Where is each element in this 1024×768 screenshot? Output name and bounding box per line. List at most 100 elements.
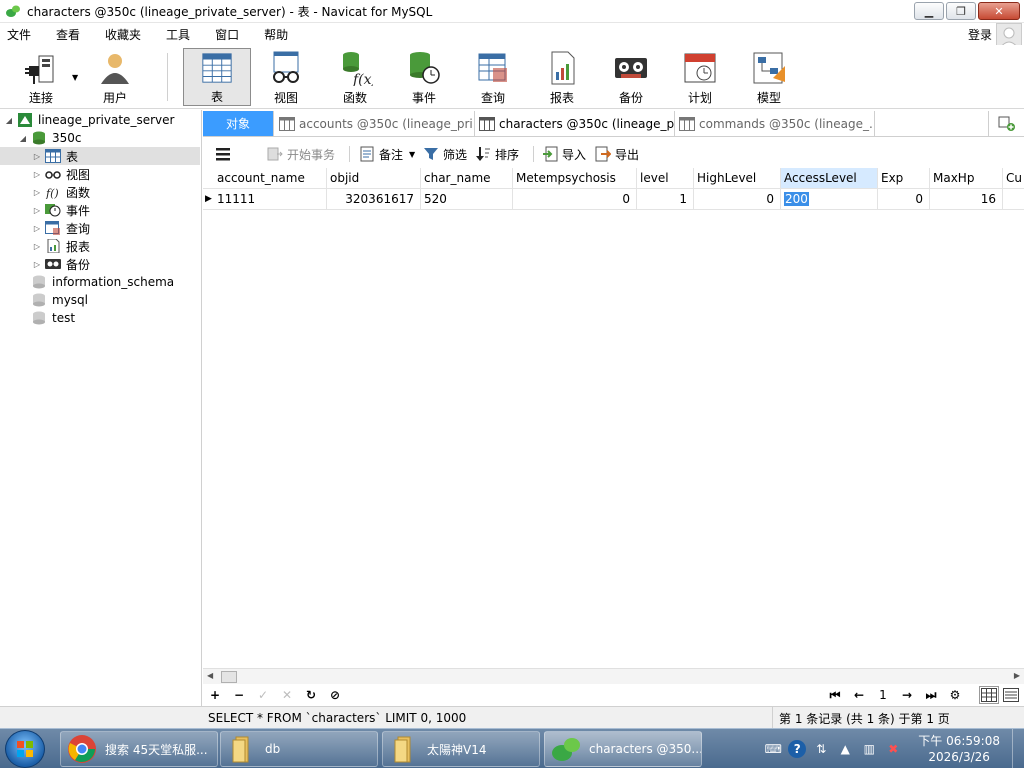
tab-commands[interactable]: commands @350c (lineage_... xyxy=(675,111,875,136)
connect-button[interactable]: 连接 xyxy=(8,48,74,106)
tree-connection[interactable]: ◢ lineage_private_server xyxy=(4,111,174,129)
table-row[interactable]: ▶ 11111 320361617 520 0 1 0 200 0 16 xyxy=(203,189,1024,210)
tree-item-views[interactable]: ▷ 视图 xyxy=(32,165,90,183)
tab-characters[interactable]: characters @350c (lineage_p... xyxy=(475,111,675,136)
table-cell[interactable] xyxy=(1003,189,1024,210)
scroll-left-icon[interactable]: ◀ xyxy=(207,671,213,680)
table-cell[interactable]: 16 xyxy=(930,189,1003,210)
connect-dropdown-icon[interactable]: ▼ xyxy=(72,73,78,82)
table-cell[interactable]: 11111 xyxy=(214,189,327,210)
query-button[interactable]: 查询 xyxy=(460,48,526,106)
collapse-arrow-icon[interactable]: ◢ xyxy=(4,116,14,125)
restore-button[interactable]: ❐ xyxy=(946,2,976,20)
table-cell-selected[interactable]: 200 xyxy=(781,189,878,210)
column-header[interactable]: Cu xyxy=(1003,168,1024,189)
column-header[interactable]: Exp xyxy=(878,168,930,189)
expand-arrow-icon[interactable]: ▷ xyxy=(32,224,42,233)
table-cell[interactable]: 1 xyxy=(637,189,694,210)
expand-arrow-icon[interactable]: ▷ xyxy=(32,206,42,215)
user-button[interactable]: 用户 xyxy=(82,48,148,106)
task-folder-sun[interactable]: 太陽神V14 xyxy=(382,731,540,767)
last-page-button[interactable]: ⏭ xyxy=(923,687,939,703)
tree-db-mysql[interactable]: mysql xyxy=(28,291,88,309)
help-icon[interactable]: ? xyxy=(788,740,807,758)
selected-cell-value[interactable]: 200 xyxy=(784,192,809,206)
tree-item-functions[interactable]: ▷ f() 函数 xyxy=(32,183,90,201)
collapse-arrow-icon[interactable]: ◢ xyxy=(18,134,28,143)
show-desktop-button[interactable] xyxy=(1012,729,1024,768)
delete-record-button[interactable]: − xyxy=(231,687,247,703)
memo-button[interactable]: 备注 ▼ xyxy=(359,144,415,164)
menu-favorites[interactable]: 收藏夹 xyxy=(98,26,153,43)
tree-item-reports[interactable]: ▷ 报表 xyxy=(32,237,90,255)
form-view-button[interactable] xyxy=(1003,687,1019,703)
tree-item-backups[interactable]: ▷ 备份 xyxy=(32,255,90,273)
menu-button[interactable] xyxy=(215,144,231,164)
view-button[interactable]: 视图 xyxy=(253,48,319,106)
memo-dropdown-icon[interactable]: ▼ xyxy=(409,150,415,159)
tree-db-information-schema[interactable]: information_schema xyxy=(28,273,174,291)
login-link[interactable]: 登录 xyxy=(968,26,992,43)
menu-tools[interactable]: 工具 xyxy=(159,26,202,43)
horizontal-scrollbar[interactable]: ◀ ▶ xyxy=(203,668,1024,684)
tree-item-events[interactable]: ▷ 事件 xyxy=(32,201,90,219)
function-button[interactable]: f(x) 函数 xyxy=(322,48,388,106)
prev-page-button[interactable]: ← xyxy=(851,687,867,703)
task-navicat[interactable]: characters @350... xyxy=(544,731,702,767)
expand-arrow-icon[interactable]: ▷ xyxy=(32,188,42,197)
expand-arrow-icon[interactable]: ▷ xyxy=(32,242,42,251)
task-chrome[interactable]: 搜索 45天堂私服... xyxy=(60,731,218,767)
expand-arrow-icon[interactable]: ▷ xyxy=(32,152,42,161)
start-button[interactable] xyxy=(5,730,45,768)
first-page-button[interactable]: ⏮ xyxy=(827,687,843,703)
discard-button[interactable]: ✕ xyxy=(279,687,295,703)
column-header[interactable]: objid xyxy=(327,168,421,189)
menu-help[interactable]: 帮助 xyxy=(257,26,300,43)
event-button[interactable]: 事件 xyxy=(391,48,457,106)
table-cell[interactable]: 0 xyxy=(513,189,637,210)
minimize-button[interactable]: ▁ xyxy=(914,2,944,20)
column-header[interactable]: Metempsychosis xyxy=(513,168,637,189)
export-button[interactable]: 导出 xyxy=(595,144,639,164)
tab-accounts[interactable]: accounts @350c (lineage_pri... xyxy=(275,111,475,136)
stop-button[interactable]: ⊘ xyxy=(327,687,343,703)
model-button[interactable]: 模型 xyxy=(736,48,802,106)
schedule-button[interactable]: 计划 xyxy=(667,48,733,106)
table-button[interactable]: 表 xyxy=(183,48,251,106)
table-cell[interactable]: 0 xyxy=(878,189,930,210)
backup-button[interactable]: 备份 xyxy=(598,48,664,106)
keyboard-icon[interactable]: ⌨ xyxy=(764,740,782,758)
network-icon[interactable]: ▥ xyxy=(860,740,878,758)
table-cell[interactable]: 520 xyxy=(421,189,513,210)
filter-button[interactable]: 筛选 xyxy=(423,144,467,164)
column-header[interactable]: char_name xyxy=(421,168,513,189)
expand-arrow-icon[interactable]: ▷ xyxy=(32,260,42,269)
add-record-button[interactable]: + xyxy=(207,687,223,703)
tree-db-test[interactable]: test xyxy=(28,309,75,327)
close-button[interactable]: ✕ xyxy=(978,2,1020,20)
report-button[interactable]: 报表 xyxy=(529,48,595,106)
page-number[interactable]: 1 xyxy=(875,687,891,703)
expand-arrow-icon[interactable]: ▷ xyxy=(32,170,42,179)
column-header-selected[interactable]: AccessLevel xyxy=(781,168,878,189)
task-folder-db[interactable]: db xyxy=(220,731,378,767)
menu-file[interactable]: 文件 xyxy=(0,26,43,43)
begin-transaction-button[interactable]: 开始事务 xyxy=(267,144,335,164)
tree-item-queries[interactable]: ▷ 查询 xyxy=(32,219,90,237)
apply-button[interactable]: ✓ xyxy=(255,687,271,703)
menu-view[interactable]: 查看 xyxy=(49,26,92,43)
grid-view-button[interactable] xyxy=(979,686,999,704)
table-cell[interactable]: 320361617 xyxy=(327,189,421,210)
settings-button[interactable]: ⚙ xyxy=(947,687,963,703)
next-page-button[interactable]: → xyxy=(899,687,915,703)
scroll-right-icon[interactable]: ▶ xyxy=(1014,671,1020,680)
tree-database[interactable]: ◢ 350c xyxy=(18,129,82,147)
column-header[interactable]: HighLevel xyxy=(694,168,781,189)
column-header[interactable]: level xyxy=(637,168,694,189)
table-cell[interactable]: 0 xyxy=(694,189,781,210)
clock[interactable]: 下午 06:59:08 2026/3/26 xyxy=(918,733,1000,765)
new-tab-button[interactable] xyxy=(988,111,1024,136)
column-header[interactable]: MaxHp xyxy=(930,168,1003,189)
scrollbar-thumb[interactable] xyxy=(221,671,237,683)
tree-item-tables[interactable]: ▷ 表 xyxy=(0,147,200,165)
